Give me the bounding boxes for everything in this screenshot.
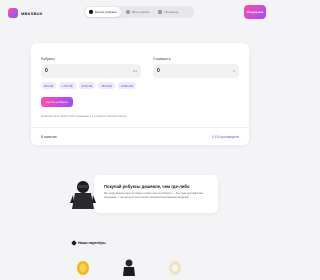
preset-chip[interactable]: 10000 R$: [117, 82, 136, 89]
robux-unit: R$: [133, 69, 137, 73]
tab-label: Промокод: [164, 10, 179, 14]
partners-title: Наши партнёры: [78, 241, 106, 245]
preset-chip[interactable]: 1700 R$: [59, 82, 76, 89]
header: MBKSBUX Купить робуксы Мои покупки Промо…: [0, 0, 280, 22]
cost-input[interactable]: 0 ₽: [153, 64, 239, 78]
cart-icon: [89, 10, 93, 14]
robux-value: 0: [45, 68, 48, 74]
logo[interactable]: MBKSBUX: [8, 8, 43, 18]
cream-ring-icon[interactable]: [168, 258, 182, 276]
purchase-card: Робуксы 0 R$ Стоимость 0 ₽ 800 R$ 1700 R…: [31, 43, 249, 145]
buy-robux-button[interactable]: Купить робуксы: [41, 97, 73, 107]
stock-value: 5 113 производств: [211, 135, 239, 139]
logo-text: MBKSBUX: [21, 10, 43, 16]
tab-label: Мои покупки: [131, 10, 150, 14]
preset-list: 800 R$ 1700 R$ 2200 R$ 4500 R$ 10000 R$: [41, 82, 136, 89]
avatar-character-icon: [70, 181, 96, 209]
gold-coin-icon[interactable]: [76, 258, 90, 276]
dark-character-icon[interactable]: [122, 258, 136, 276]
cost-label: Стоимость: [153, 57, 171, 61]
robux-input[interactable]: 0 R$: [41, 64, 141, 78]
sparkle-icon: [71, 240, 77, 246]
promo-title: Покупай робуксы дешевле, чем где-либо: [104, 184, 190, 189]
logo-icon: [8, 8, 18, 18]
main-nav: Купить робуксы Мои покупки Промокод: [84, 6, 194, 18]
promo-card: Покупай робуксы дешевле, чем где-либо Мы…: [94, 175, 218, 213]
partners-list: [70, 258, 220, 280]
robux-label: Робуксы: [41, 57, 55, 61]
cost-value: 0: [157, 68, 160, 74]
tab-label: Купить робуксы: [95, 10, 117, 14]
promo-text: Мы предлагаем одни из самых низких цен н…: [104, 192, 204, 199]
tab-promocode[interactable]: Промокод: [154, 7, 182, 17]
ticket-icon: [158, 10, 163, 14]
tab-my-purchases[interactable]: Мои покупки: [122, 7, 153, 17]
preset-chip[interactable]: 800 R$: [41, 82, 57, 89]
promo-section: Покупай робуксы дешевле, чем где-либо Мы…: [66, 175, 218, 219]
partners-heading: Наши партнёры: [71, 240, 106, 246]
support-button[interactable]: Поддержка: [244, 5, 266, 19]
commission-hint: Комиссия налог Roblox 30% применяется к …: [41, 115, 127, 118]
chat-icon: [125, 10, 130, 14]
tab-buy-robux[interactable]: Купить робуксы: [85, 7, 121, 17]
preset-chip[interactable]: 2200 R$: [78, 82, 96, 89]
preset-chip[interactable]: 4500 R$: [98, 82, 115, 89]
stock-label: В наличии:: [41, 135, 58, 139]
cost-unit: ₽: [233, 69, 235, 73]
divider: [31, 127, 249, 128]
